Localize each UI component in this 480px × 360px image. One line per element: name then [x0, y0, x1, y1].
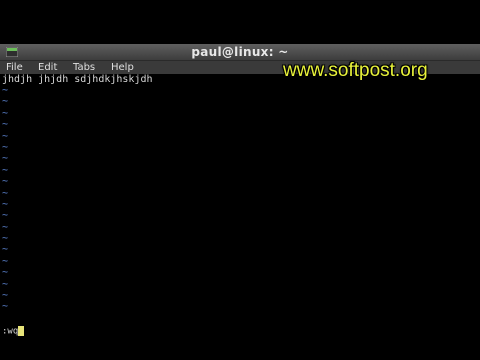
tilde-line: ~	[2, 301, 9, 313]
tilde-line: ~	[2, 210, 9, 222]
editor-text-line: jhdjh jhjdh sdjhdkjhskjdh	[2, 74, 153, 85]
tilde-line: ~	[2, 290, 9, 302]
tilde-line: ~	[2, 278, 9, 290]
command-line[interactable]: :wq	[2, 326, 25, 338]
watermark-text: www.softpost.org	[283, 60, 428, 81]
tilde-line: ~	[2, 85, 9, 96]
tilde-line: ~	[2, 107, 9, 119]
tilde-line: ~	[2, 233, 9, 245]
tilde-line: ~	[2, 221, 9, 233]
tilde-line: ~	[2, 187, 9, 199]
menu-edit[interactable]: Edit	[38, 62, 57, 73]
tilde-line: ~	[2, 153, 9, 165]
tilde-line: ~	[2, 255, 9, 267]
window-title: paul@linux: ~	[191, 45, 289, 59]
text-cursor	[18, 326, 25, 336]
menu-help[interactable]: Help	[111, 62, 134, 73]
menu-tabs[interactable]: Tabs	[73, 62, 95, 73]
tilde-line: ~	[2, 244, 9, 256]
tilde-line: ~	[2, 176, 9, 188]
tilde-line: ~	[2, 164, 9, 176]
title-bar[interactable]: paul@linux: ~	[0, 44, 480, 61]
tilde-line: ~	[2, 141, 9, 153]
tilde-line: ~	[2, 96, 9, 108]
tilde-line: ~	[2, 130, 9, 142]
tilde-line: ~	[2, 198, 9, 210]
command-text: :wq	[2, 326, 19, 337]
terminal-window: paul@linux: ~ File Edit Tabs Help jhdjh …	[0, 44, 480, 337]
empty-line-markers: ~ ~ ~ ~ ~ ~ ~ ~ ~ ~ ~ ~ ~ ~ ~ ~ ~ ~ ~ ~	[2, 85, 8, 313]
tilde-line: ~	[2, 267, 9, 279]
menu-file[interactable]: File	[6, 62, 23, 73]
terminal-content[interactable]: jhdjh jhjdh sdjhdkjhskjdh ~ ~ ~ ~ ~ ~ ~ …	[0, 74, 480, 337]
tilde-line: ~	[2, 119, 9, 131]
